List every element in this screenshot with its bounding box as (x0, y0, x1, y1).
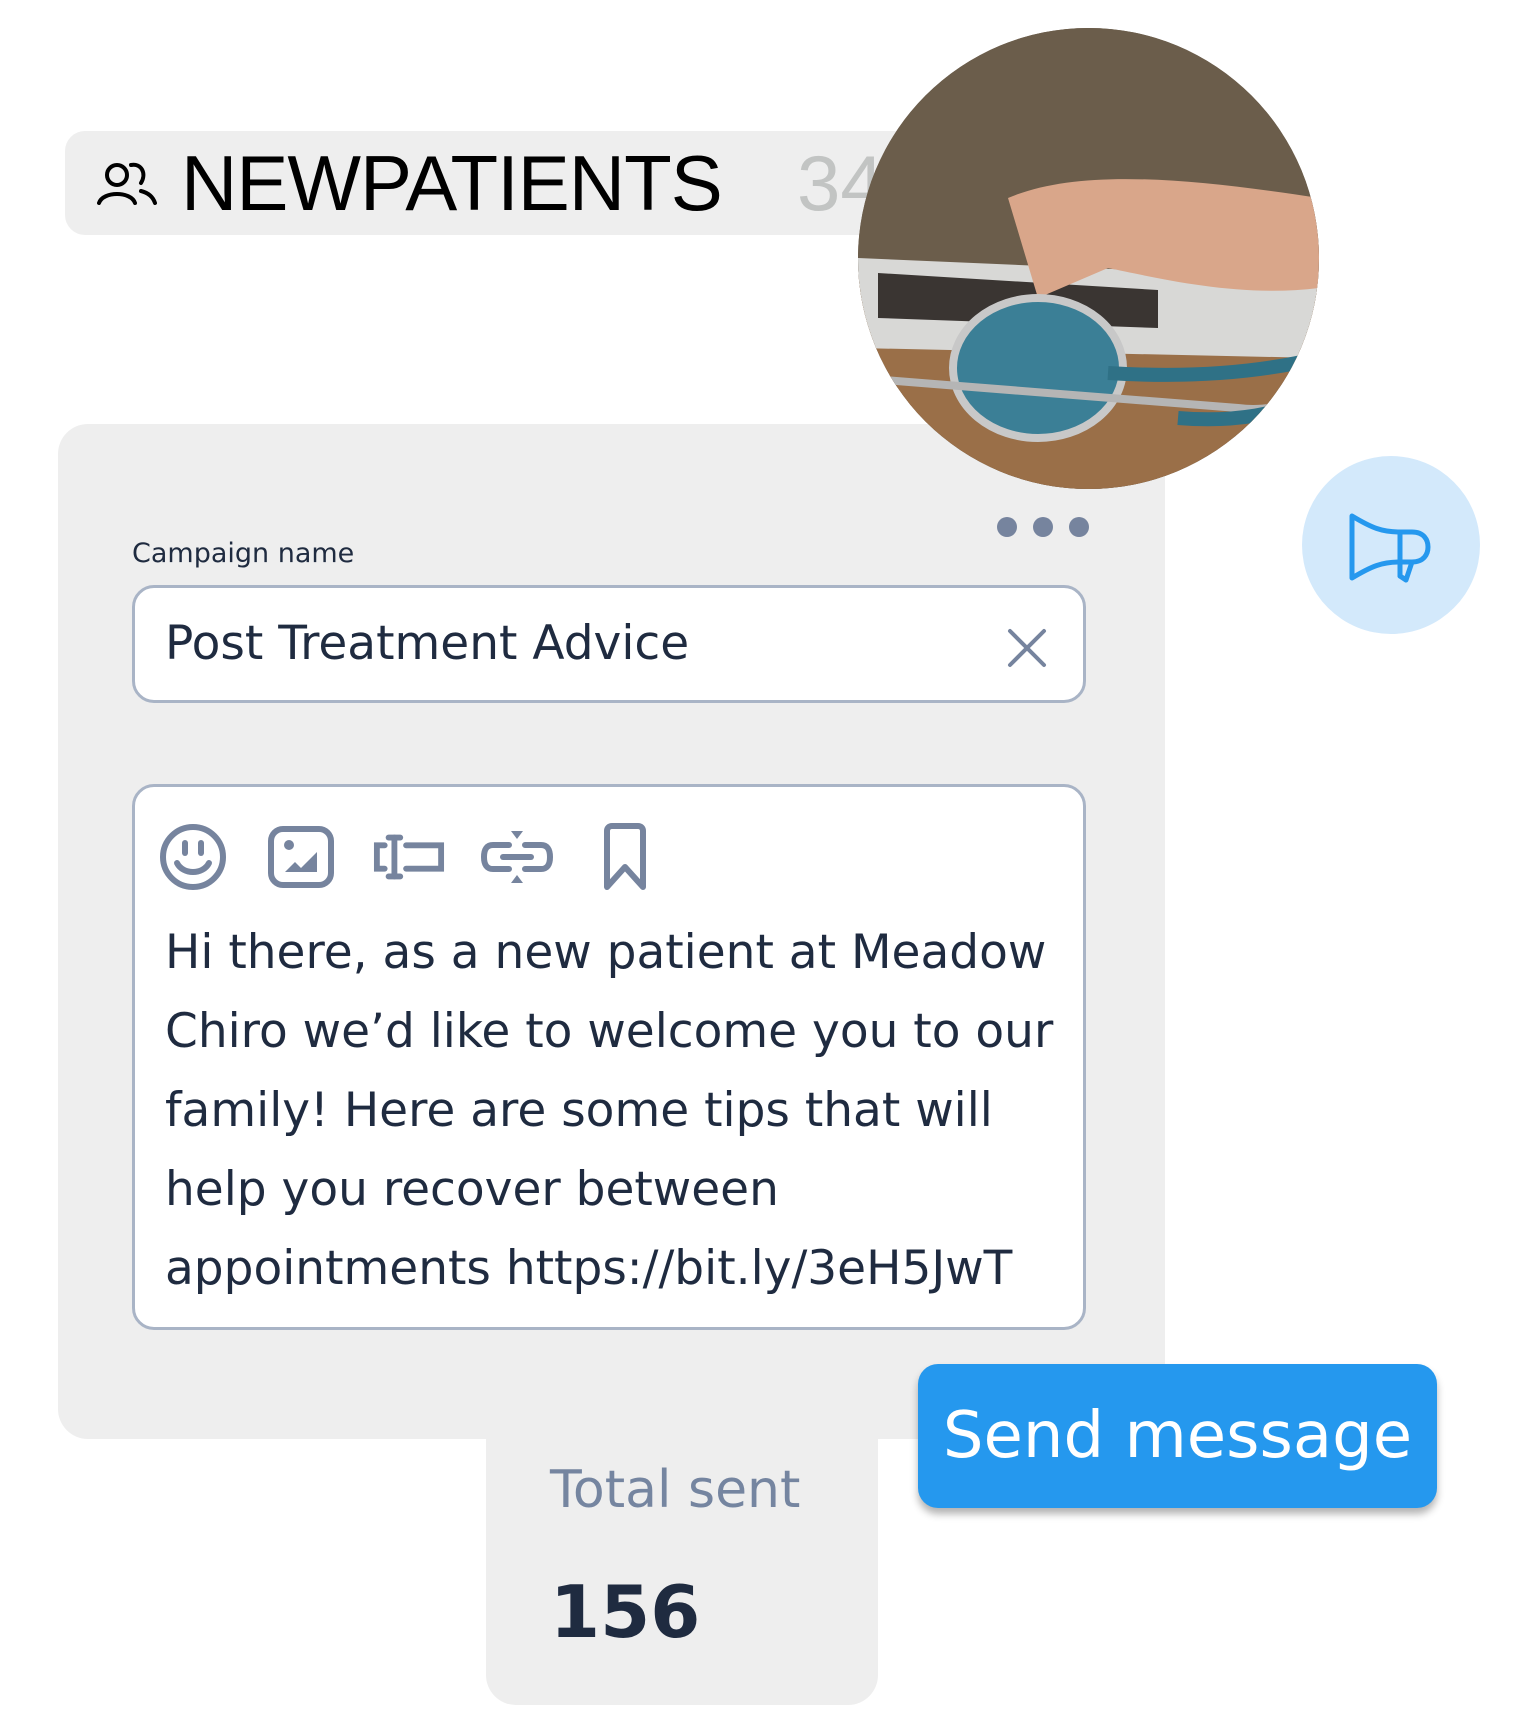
group-tag[interactable]: NEWPATIENTS 34 (65, 131, 940, 235)
image-button[interactable] (265, 821, 337, 893)
text-field-button[interactable] (373, 821, 445, 893)
campaign-name-label: Campaign name (132, 538, 355, 569)
total-sent-card: Total sent 156 (486, 1420, 878, 1705)
image-icon (268, 826, 334, 888)
group-name: NEWPATIENTS (181, 139, 723, 227)
megaphone-badge[interactable] (1302, 456, 1480, 634)
more-options-button[interactable] (997, 517, 1089, 537)
more-dot (1069, 517, 1089, 537)
link-shorten-button[interactable] (481, 821, 553, 893)
people-icon (97, 162, 157, 205)
total-sent-label: Total sent (550, 1460, 801, 1520)
bookmark-button[interactable] (589, 821, 661, 893)
emoji-button[interactable] (157, 821, 229, 893)
editor-toolbar (157, 821, 661, 893)
link-shorten-icon (481, 831, 553, 883)
megaphone-icon (1349, 513, 1431, 583)
more-dot (997, 517, 1017, 537)
close-icon[interactable] (1007, 628, 1047, 668)
photo-image (858, 28, 1319, 489)
emoji-icon (160, 824, 226, 890)
message-editor[interactable]: Hi there, as a new patient at Meadow Chi… (132, 784, 1086, 1330)
message-text[interactable]: Hi there, as a new patient at Meadow Chi… (165, 913, 1065, 1308)
send-message-button[interactable]: Send message (918, 1364, 1437, 1508)
text-field-icon (373, 834, 445, 880)
more-dot (1033, 517, 1053, 537)
bookmark-icon (604, 823, 646, 890)
campaign-name-value[interactable]: Post Treatment Advice (165, 616, 689, 671)
campaign-name-input[interactable]: Post Treatment Advice (132, 585, 1086, 703)
total-sent-value: 156 (550, 1570, 701, 1654)
campaign-photo (858, 28, 1319, 489)
